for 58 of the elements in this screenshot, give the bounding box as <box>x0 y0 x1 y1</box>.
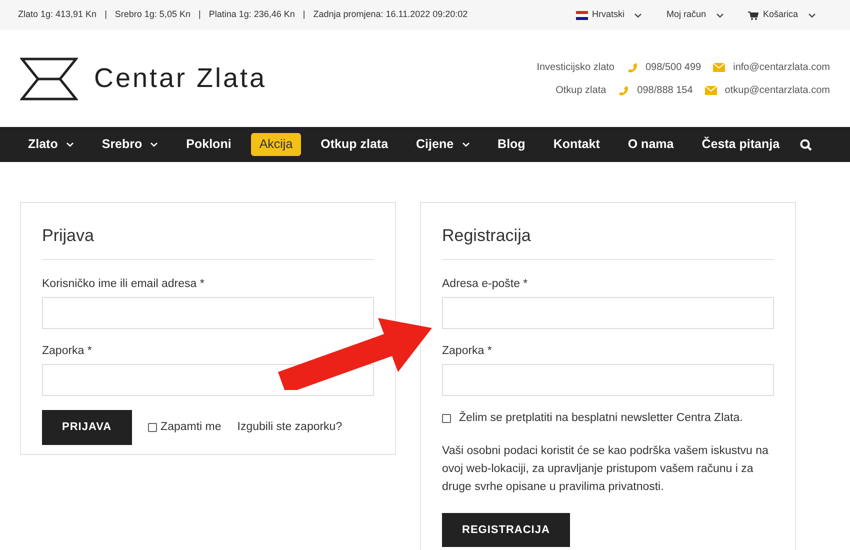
search-icon <box>800 138 812 150</box>
caret-icon <box>808 12 816 18</box>
input-field[interactable] <box>442 296 774 329</box>
nav-highlight-item[interactable]: Akcija <box>251 133 301 156</box>
price-text: Srebro 1g: 5,05 Kn <box>114 8 190 22</box>
checkbox-label: Zapamti me <box>160 420 222 435</box>
caret-icon <box>634 12 642 18</box>
email-link[interactable]: info@centarzlata.com <box>733 60 830 74</box>
nav-item[interactable]: Česta pitanja <box>694 133 788 156</box>
logo-icon <box>20 56 78 100</box>
lost-password-link[interactable]: Izgubili ste zaporku? <box>237 418 342 436</box>
checkbox[interactable] <box>442 414 451 424</box>
menu-dropdown[interactable]: Hrvatski <box>576 8 642 22</box>
menu-dropdown[interactable]: Moj račun <box>666 8 724 22</box>
caret-icon <box>150 141 158 148</box>
cart-icon <box>748 10 759 20</box>
input-field[interactable] <box>442 364 774 396</box>
panel-title: Prijava <box>42 223 374 260</box>
nav-item[interactable]: O nama <box>620 133 682 156</box>
menu-dropdown[interactable]: Košarica <box>748 8 816 22</box>
price-text: Zadnja promjena: 16.11.2022 09:20:02 <box>313 8 468 22</box>
contact-label: Investicijsko zlato <box>536 60 614 74</box>
caret-icon <box>462 141 470 148</box>
field-label: Zaporka * <box>442 344 493 359</box>
separator-text: | <box>198 8 201 22</box>
register-button[interactable]: REGISTRACIJA <box>442 512 570 548</box>
checkbox[interactable] <box>148 422 157 432</box>
nav-item[interactable]: Otkup zlata <box>312 133 396 156</box>
mail-icon <box>704 86 717 94</box>
nav-item[interactable]: Srebro <box>94 133 166 156</box>
price-text: Zlato 1g: 413,91 Kn <box>18 8 97 22</box>
login-button[interactable]: PRIJAVA <box>42 410 132 444</box>
phone-icon <box>626 62 638 72</box>
caret-icon <box>66 141 74 148</box>
panel-title: Registracija <box>442 223 774 260</box>
nav-item[interactable]: Cijene <box>408 133 478 156</box>
field-label: Zaporka * <box>42 344 93 359</box>
phone-icon <box>618 84 630 96</box>
phone-link[interactable]: 098/888 154 <box>637 82 693 98</box>
mail-icon <box>713 62 726 72</box>
flag-icon <box>576 10 588 20</box>
field-label: Korisničko ime ili email adresa * <box>42 276 206 292</box>
nav-item[interactable]: Pokloni <box>178 133 240 156</box>
logo-text: Centar Zlata <box>94 62 267 96</box>
separator-text: | <box>104 8 107 22</box>
separator-text: | <box>302 8 306 22</box>
nav-item[interactable]: Kontakt <box>545 133 608 156</box>
contact-label: Otkup zlata <box>556 84 606 98</box>
nav-item[interactable]: Zlato <box>20 133 82 156</box>
price-text: Platina 1g: 236,46 Kn <box>208 8 295 22</box>
input-field[interactable] <box>42 296 374 329</box>
caret-icon <box>716 12 724 18</box>
privacy-text: Vaši osobni podaci koristit će se kao podrška vašem iskustvu na ovoj web-lokaciji, za upravljanje pristupom vašem računu i za druge svrhe opisane u pravilima privatnosti. <box>442 444 770 495</box>
field-label: Adresa e-pošte * <box>442 276 529 292</box>
email-link[interactable]: otkup@centarzlata.com <box>724 82 830 98</box>
phone-link[interactable]: 098/500 499 <box>646 60 702 74</box>
checkbox-label: Želim se pretplatiti na besplatni newsletter Centra Zlata. <box>459 410 743 426</box>
nav-item[interactable]: Blog <box>490 133 534 156</box>
